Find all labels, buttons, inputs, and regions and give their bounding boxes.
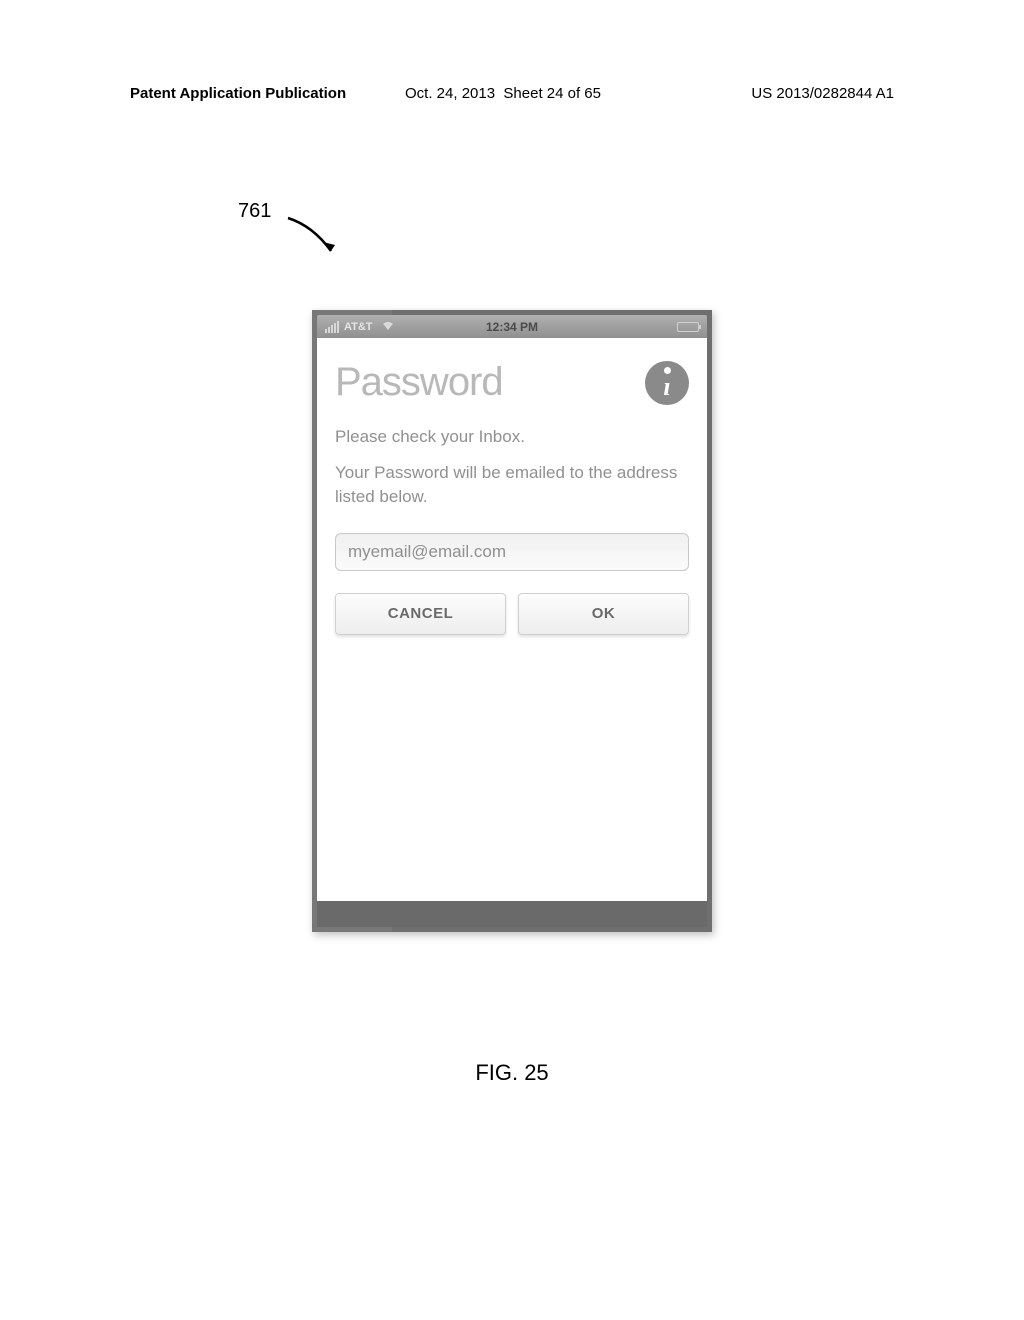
email-field[interactable] — [335, 533, 689, 571]
ok-button[interactable]: OK — [518, 593, 689, 635]
status-time: 12:34 PM — [486, 320, 538, 334]
phone-mockup: AT&T 12:34 PM Password ı Please check yo… — [312, 310, 712, 932]
battery-icon — [677, 322, 699, 332]
phone-chrome: AT&T 12:34 PM Password ı Please check yo… — [312, 310, 712, 932]
app-screen: Password ı Please check your Inbox. Your… — [317, 338, 707, 901]
page-header: Patent Application Publication Oct. 24, … — [0, 85, 1024, 102]
button-row: CANCEL OK — [335, 593, 689, 635]
wifi-icon — [381, 319, 395, 334]
status-bar: AT&T 12:34 PM — [317, 315, 707, 338]
carrier-label: AT&T — [344, 321, 373, 333]
bottom-bar — [317, 901, 707, 927]
instruction-email: Your Password will be emailed to the add… — [335, 461, 689, 509]
page-title: Password — [335, 360, 503, 405]
reference-number: 761 — [238, 200, 271, 223]
title-row: Password ı — [335, 360, 689, 405]
publication-number: US 2013/0282844 A1 — [751, 85, 894, 102]
signal-icon — [325, 321, 339, 333]
info-icon[interactable]: ı — [645, 361, 689, 405]
publication-type: Patent Application Publication — [130, 85, 346, 102]
leader-arrow-icon — [283, 216, 343, 261]
publication-date: Oct. 24, 2013 Sheet 24 of 65 — [405, 85, 601, 102]
instruction-inbox: Please check your Inbox. — [335, 427, 689, 447]
cancel-button[interactable]: CANCEL — [335, 593, 506, 635]
figure-label: FIG. 25 — [0, 1060, 1024, 1086]
